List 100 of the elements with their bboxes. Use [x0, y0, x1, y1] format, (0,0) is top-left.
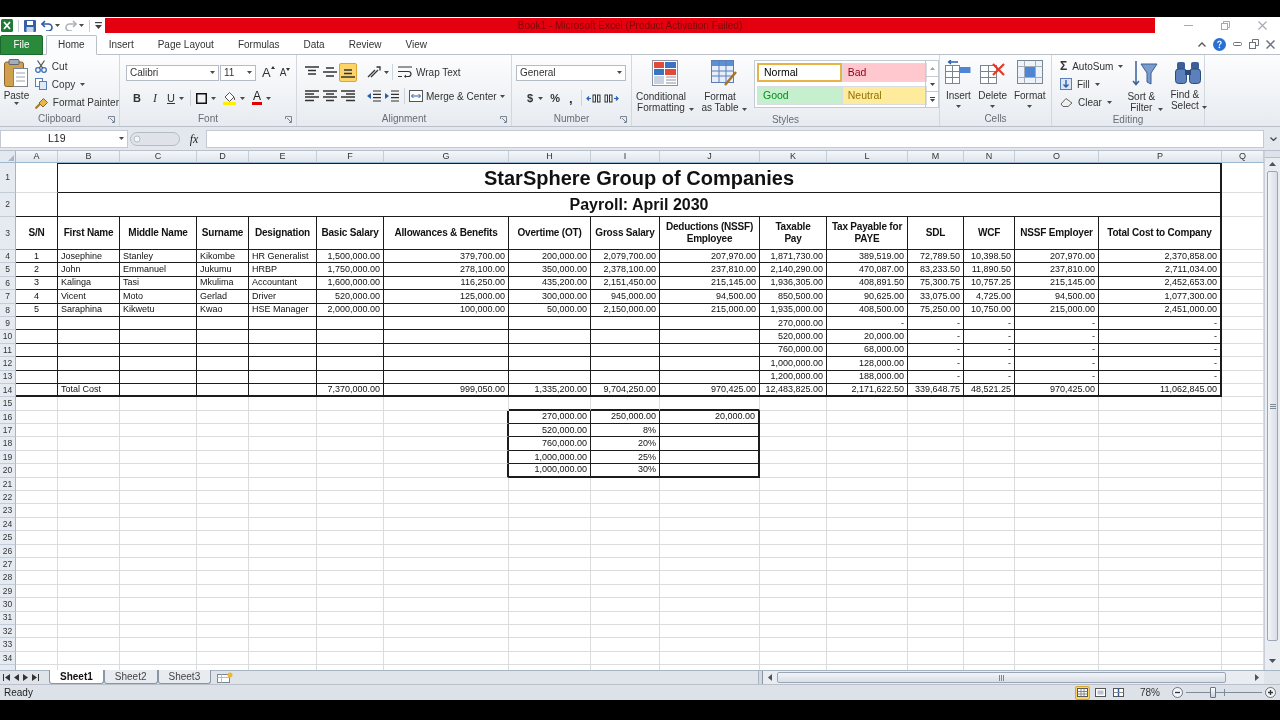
- table-cell[interactable]: -: [1015, 330, 1099, 344]
- row-header[interactable]: 5: [0, 263, 16, 277]
- cell-style-option[interactable]: Good: [757, 85, 842, 105]
- table-cell[interactable]: -: [908, 316, 964, 331]
- table-cell[interactable]: 215,000.00: [660, 303, 760, 317]
- cut-button[interactable]: Cut: [34, 57, 119, 75]
- row-header[interactable]: 20: [0, 464, 16, 478]
- split-handle-icon[interactable]: [759, 671, 763, 684]
- column-header[interactable]: L: [827, 151, 908, 163]
- table-cell[interactable]: 72,789.50: [908, 250, 964, 264]
- header-cell[interactable]: WCF: [964, 217, 1015, 250]
- column-header[interactable]: E: [249, 151, 317, 163]
- table-cell[interactable]: 116,250.00: [384, 276, 509, 291]
- table-cell[interactable]: 50,000.00: [509, 303, 591, 317]
- increase-decimal-icon[interactable]: [586, 93, 602, 103]
- table-cell[interactable]: 2,452,653.00: [1099, 276, 1222, 291]
- table-cell[interactable]: Kwao: [197, 303, 249, 317]
- header-cell[interactable]: Gross Salary: [591, 217, 660, 250]
- help-icon[interactable]: [1213, 37, 1226, 51]
- view-button[interactable]: [1111, 685, 1126, 700]
- table-cell[interactable]: 850,500.00: [760, 290, 827, 304]
- cell-style-option[interactable]: Normal: [757, 63, 842, 82]
- table-cell[interactable]: 970,425.00: [660, 383, 760, 398]
- table-cell[interactable]: 4: [16, 290, 58, 304]
- insert-sheet-icon[interactable]: [217, 672, 234, 683]
- ribbon-tab[interactable]: Home: [46, 35, 97, 55]
- table-cell[interactable]: 10,750.00: [964, 303, 1015, 317]
- header-cell[interactable]: NSSF Employer: [1015, 217, 1099, 250]
- column-header[interactable]: I: [591, 151, 660, 163]
- table-cell[interactable]: 2,378,100.00: [591, 263, 660, 277]
- row-header[interactable]: 33: [0, 638, 16, 652]
- table-cell[interactable]: -: [964, 357, 1015, 371]
- table-cell[interactable]: 94,500.00: [660, 290, 760, 304]
- more-icon[interactable]: [929, 97, 935, 103]
- header-cell[interactable]: Middle Name: [120, 217, 197, 250]
- row-header[interactable]: 2: [0, 193, 16, 217]
- merge-center-button[interactable]: Merge & Center: [409, 88, 505, 104]
- table-cell[interactable]: 2,079,700.00: [591, 250, 660, 264]
- align-right-icon[interactable]: [341, 90, 355, 102]
- table-cell[interactable]: -: [908, 330, 964, 344]
- header-cell[interactable]: Total Cost to Company: [1099, 217, 1222, 250]
- bold-button[interactable]: B: [128, 89, 146, 107]
- table-cell[interactable]: Accountant: [249, 276, 317, 291]
- table-cell[interactable]: -: [1015, 357, 1099, 371]
- table-cell[interactable]: 1,600,000.00: [317, 276, 384, 291]
- table-cell[interactable]: 2,000,000.00: [317, 303, 384, 317]
- fill-bucket-icon[interactable]: [222, 91, 236, 105]
- scroll-left-icon[interactable]: [768, 674, 772, 681]
- table-cell[interactable]: 7,370,000.00: [317, 383, 384, 398]
- table-cell[interactable]: 1,335,200.00: [509, 383, 591, 398]
- cells-button[interactable]: Insert: [945, 55, 972, 113]
- table-cell[interactable]: Kikombe: [197, 250, 249, 264]
- zoom-in-icon[interactable]: [1265, 687, 1276, 698]
- table-cell[interactable]: 970,425.00: [1015, 383, 1099, 398]
- table-cell[interactable]: 237,810.00: [660, 263, 760, 277]
- table-cell[interactable]: 11,890.50: [964, 263, 1015, 277]
- undo-icon[interactable]: [41, 20, 53, 31]
- shrink-font-button[interactable]: A: [279, 67, 291, 78]
- table-cell[interactable]: 2,370,858.00: [1099, 250, 1222, 264]
- scroll-right-icon[interactable]: [1255, 674, 1259, 681]
- table-cell[interactable]: -: [1015, 316, 1099, 331]
- table-cell[interactable]: 33,075.00: [908, 290, 964, 304]
- sheet-tab[interactable]: Sheet3: [157, 670, 212, 684]
- paste-button[interactable]: Paste: [2, 55, 31, 113]
- ribbon-tab[interactable]: Review: [336, 35, 394, 55]
- table-cell[interactable]: 2: [16, 263, 58, 277]
- grow-font-button[interactable]: A: [262, 66, 275, 79]
- table-cell[interactable]: 999,050.00: [384, 383, 509, 398]
- row-header[interactable]: 25: [0, 531, 16, 545]
- column-header[interactable]: P: [1099, 151, 1222, 163]
- table-cell[interactable]: 128,000.00: [827, 357, 908, 371]
- font-color-button[interactable]: A: [251, 91, 262, 105]
- row-header[interactable]: 15: [0, 397, 16, 411]
- table-cell[interactable]: 215,000.00: [1015, 303, 1099, 317]
- comma-button[interactable]: ,: [563, 91, 578, 105]
- view-button[interactable]: [1075, 685, 1090, 700]
- table-cell[interactable]: 339,648.75: [908, 383, 964, 398]
- column-header[interactable]: G: [384, 151, 509, 163]
- table-cell[interactable]: 20%: [591, 437, 660, 451]
- table-cell[interactable]: 188,000.00: [827, 370, 908, 384]
- table-cell[interactable]: -: [908, 357, 964, 371]
- align-left-icon[interactable]: [305, 90, 319, 102]
- font-size-field[interactable]: 11: [220, 64, 256, 81]
- zoom-out-icon[interactable]: [1172, 687, 1183, 698]
- minimize-icon[interactable]: [1233, 42, 1242, 46]
- slider-thumb[interactable]: [1210, 687, 1217, 698]
- cell-style-option[interactable]: Bad: [841, 63, 927, 82]
- table-cell[interactable]: 300,000.00: [509, 290, 591, 304]
- table-cell[interactable]: -: [1099, 343, 1222, 358]
- fill-button[interactable]: Fill: [1060, 75, 1124, 93]
- border-icon[interactable]: [195, 92, 207, 104]
- table-cell[interactable]: 270,000.00: [760, 316, 827, 331]
- table-cell[interactable]: 408,500.00: [827, 303, 908, 317]
- header-cell[interactable]: S/N: [16, 217, 58, 250]
- header-cell[interactable]: Surname: [197, 217, 249, 250]
- header-cell[interactable]: Deductions (NSSF) Employee: [660, 217, 760, 250]
- table-cell[interactable]: 1,935,000.00: [760, 303, 827, 317]
- column-header[interactable]: D: [197, 151, 249, 163]
- row-header[interactable]: 30: [0, 598, 16, 612]
- subtitle-cell[interactable]: Payroll: April 2030: [58, 193, 1222, 217]
